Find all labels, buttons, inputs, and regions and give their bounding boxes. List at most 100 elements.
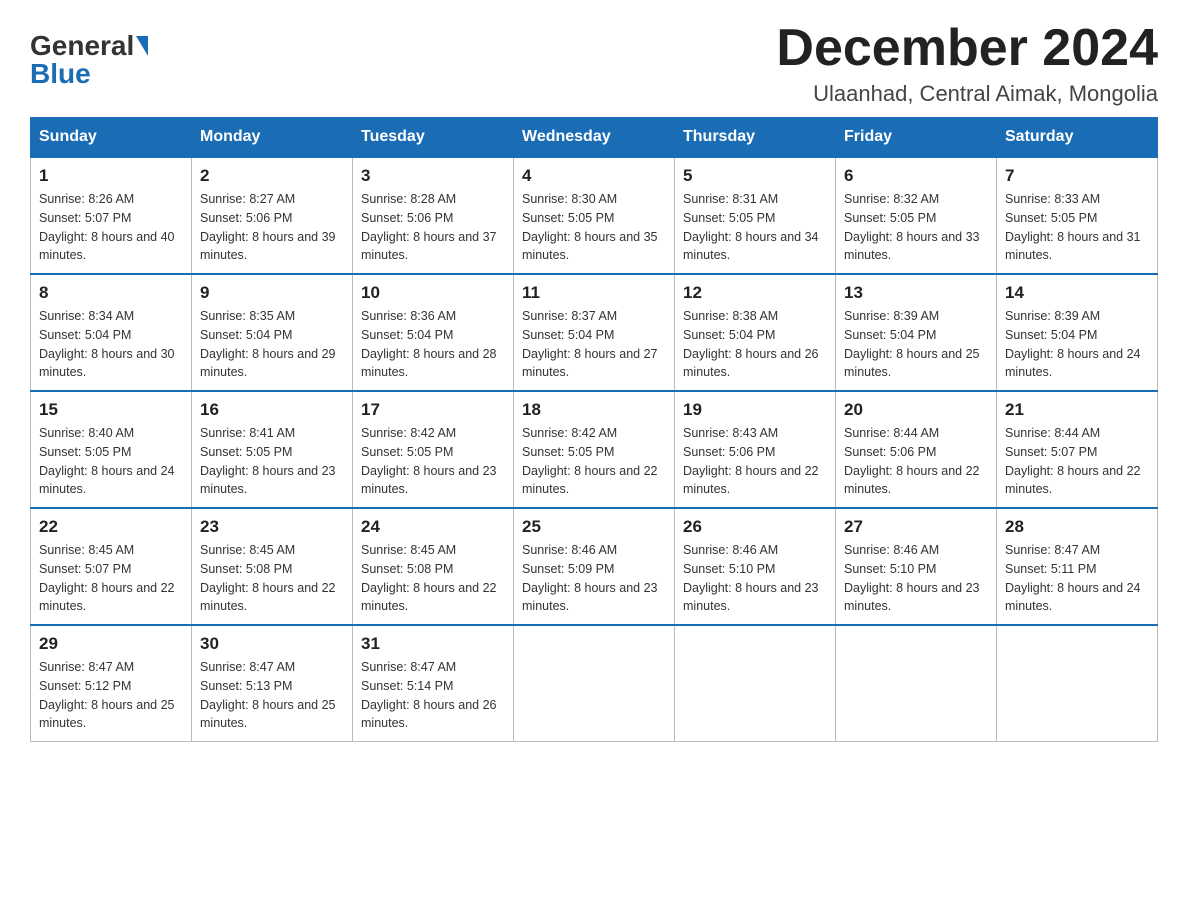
calendar-cell: 28 Sunrise: 8:47 AMSunset: 5:11 PMDaylig… [997,508,1158,625]
calendar-cell: 10 Sunrise: 8:36 AMSunset: 5:04 PMDaylig… [353,274,514,391]
day-number: 17 [361,400,505,420]
day-info: Sunrise: 8:39 AMSunset: 5:04 PMDaylight:… [1005,307,1149,382]
calendar-cell: 18 Sunrise: 8:42 AMSunset: 5:05 PMDaylig… [514,391,675,508]
title-area: December 2024 Ulaanhad, Central Aimak, M… [776,20,1158,107]
calendar-cell: 14 Sunrise: 8:39 AMSunset: 5:04 PMDaylig… [997,274,1158,391]
day-number: 23 [200,517,344,537]
calendar-week-4: 22 Sunrise: 8:45 AMSunset: 5:07 PMDaylig… [31,508,1158,625]
day-info: Sunrise: 8:43 AMSunset: 5:06 PMDaylight:… [683,424,827,499]
day-info: Sunrise: 8:45 AMSunset: 5:08 PMDaylight:… [361,541,505,616]
calendar-week-3: 15 Sunrise: 8:40 AMSunset: 5:05 PMDaylig… [31,391,1158,508]
calendar-cell: 16 Sunrise: 8:41 AMSunset: 5:05 PMDaylig… [192,391,353,508]
day-info: Sunrise: 8:26 AMSunset: 5:07 PMDaylight:… [39,190,183,265]
calendar-cell: 17 Sunrise: 8:42 AMSunset: 5:05 PMDaylig… [353,391,514,508]
day-info: Sunrise: 8:33 AMSunset: 5:05 PMDaylight:… [1005,190,1149,265]
calendar-header-tuesday: Tuesday [353,118,514,158]
calendar-header-saturday: Saturday [997,118,1158,158]
day-info: Sunrise: 8:32 AMSunset: 5:05 PMDaylight:… [844,190,988,265]
day-info: Sunrise: 8:40 AMSunset: 5:05 PMDaylight:… [39,424,183,499]
day-info: Sunrise: 8:35 AMSunset: 5:04 PMDaylight:… [200,307,344,382]
day-info: Sunrise: 8:41 AMSunset: 5:05 PMDaylight:… [200,424,344,499]
calendar-cell: 19 Sunrise: 8:43 AMSunset: 5:06 PMDaylig… [675,391,836,508]
day-info: Sunrise: 8:46 AMSunset: 5:10 PMDaylight:… [844,541,988,616]
day-info: Sunrise: 8:46 AMSunset: 5:09 PMDaylight:… [522,541,666,616]
day-info: Sunrise: 8:45 AMSunset: 5:08 PMDaylight:… [200,541,344,616]
day-number: 7 [1005,166,1149,186]
calendar-cell [997,625,1158,742]
calendar-cell: 7 Sunrise: 8:33 AMSunset: 5:05 PMDayligh… [997,157,1158,274]
day-info: Sunrise: 8:47 AMSunset: 5:11 PMDaylight:… [1005,541,1149,616]
day-number: 15 [39,400,183,420]
day-info: Sunrise: 8:30 AMSunset: 5:05 PMDaylight:… [522,190,666,265]
logo-blue-part [134,36,150,56]
day-number: 12 [683,283,827,303]
day-number: 28 [1005,517,1149,537]
day-number: 29 [39,634,183,654]
day-number: 16 [200,400,344,420]
calendar-week-5: 29 Sunrise: 8:47 AMSunset: 5:12 PMDaylig… [31,625,1158,742]
calendar-cell: 2 Sunrise: 8:27 AMSunset: 5:06 PMDayligh… [192,157,353,274]
day-info: Sunrise: 8:39 AMSunset: 5:04 PMDaylight:… [844,307,988,382]
calendar-cell: 5 Sunrise: 8:31 AMSunset: 5:05 PMDayligh… [675,157,836,274]
day-info: Sunrise: 8:47 AMSunset: 5:13 PMDaylight:… [200,658,344,733]
logo: General Blue [30,20,150,90]
calendar-cell: 20 Sunrise: 8:44 AMSunset: 5:06 PMDaylig… [836,391,997,508]
day-number: 9 [200,283,344,303]
calendar-header-monday: Monday [192,118,353,158]
calendar-header-row: SundayMondayTuesdayWednesdayThursdayFrid… [31,118,1158,158]
day-number: 21 [1005,400,1149,420]
day-info: Sunrise: 8:42 AMSunset: 5:05 PMDaylight:… [361,424,505,499]
day-info: Sunrise: 8:28 AMSunset: 5:06 PMDaylight:… [361,190,505,265]
day-number: 13 [844,283,988,303]
day-info: Sunrise: 8:34 AMSunset: 5:04 PMDaylight:… [39,307,183,382]
day-number: 26 [683,517,827,537]
calendar-body: 1 Sunrise: 8:26 AMSunset: 5:07 PMDayligh… [31,157,1158,742]
day-info: Sunrise: 8:46 AMSunset: 5:10 PMDaylight:… [683,541,827,616]
day-number: 4 [522,166,666,186]
calendar-table: SundayMondayTuesdayWednesdayThursdayFrid… [30,117,1158,742]
calendar-cell: 27 Sunrise: 8:46 AMSunset: 5:10 PMDaylig… [836,508,997,625]
day-info: Sunrise: 8:47 AMSunset: 5:12 PMDaylight:… [39,658,183,733]
day-number: 20 [844,400,988,420]
day-number: 8 [39,283,183,303]
calendar-cell: 1 Sunrise: 8:26 AMSunset: 5:07 PMDayligh… [31,157,192,274]
calendar-cell: 29 Sunrise: 8:47 AMSunset: 5:12 PMDaylig… [31,625,192,742]
day-info: Sunrise: 8:42 AMSunset: 5:05 PMDaylight:… [522,424,666,499]
day-number: 27 [844,517,988,537]
calendar-header-friday: Friday [836,118,997,158]
calendar-week-1: 1 Sunrise: 8:26 AMSunset: 5:07 PMDayligh… [31,157,1158,274]
day-info: Sunrise: 8:45 AMSunset: 5:07 PMDaylight:… [39,541,183,616]
day-number: 11 [522,283,666,303]
calendar-cell: 9 Sunrise: 8:35 AMSunset: 5:04 PMDayligh… [192,274,353,391]
day-number: 3 [361,166,505,186]
day-info: Sunrise: 8:36 AMSunset: 5:04 PMDaylight:… [361,307,505,382]
calendar-cell: 25 Sunrise: 8:46 AMSunset: 5:09 PMDaylig… [514,508,675,625]
day-info: Sunrise: 8:44 AMSunset: 5:07 PMDaylight:… [1005,424,1149,499]
header: General Blue December 2024 Ulaanhad, Cen… [30,20,1158,107]
calendar-cell [514,625,675,742]
calendar-cell: 6 Sunrise: 8:32 AMSunset: 5:05 PMDayligh… [836,157,997,274]
day-number: 19 [683,400,827,420]
day-number: 5 [683,166,827,186]
calendar-cell [675,625,836,742]
day-number: 14 [1005,283,1149,303]
calendar-cell: 24 Sunrise: 8:45 AMSunset: 5:08 PMDaylig… [353,508,514,625]
calendar-cell: 4 Sunrise: 8:30 AMSunset: 5:05 PMDayligh… [514,157,675,274]
day-number: 1 [39,166,183,186]
day-number: 31 [361,634,505,654]
calendar-header-thursday: Thursday [675,118,836,158]
day-number: 22 [39,517,183,537]
day-number: 10 [361,283,505,303]
calendar-cell: 12 Sunrise: 8:38 AMSunset: 5:04 PMDaylig… [675,274,836,391]
logo-blue-text: Blue [30,58,91,90]
day-info: Sunrise: 8:47 AMSunset: 5:14 PMDaylight:… [361,658,505,733]
calendar-cell: 13 Sunrise: 8:39 AMSunset: 5:04 PMDaylig… [836,274,997,391]
logo-triangle-icon [136,36,148,56]
calendar-cell: 8 Sunrise: 8:34 AMSunset: 5:04 PMDayligh… [31,274,192,391]
calendar-cell: 23 Sunrise: 8:45 AMSunset: 5:08 PMDaylig… [192,508,353,625]
day-info: Sunrise: 8:27 AMSunset: 5:06 PMDaylight:… [200,190,344,265]
day-number: 6 [844,166,988,186]
calendar-cell: 31 Sunrise: 8:47 AMSunset: 5:14 PMDaylig… [353,625,514,742]
day-number: 18 [522,400,666,420]
calendar-cell [836,625,997,742]
